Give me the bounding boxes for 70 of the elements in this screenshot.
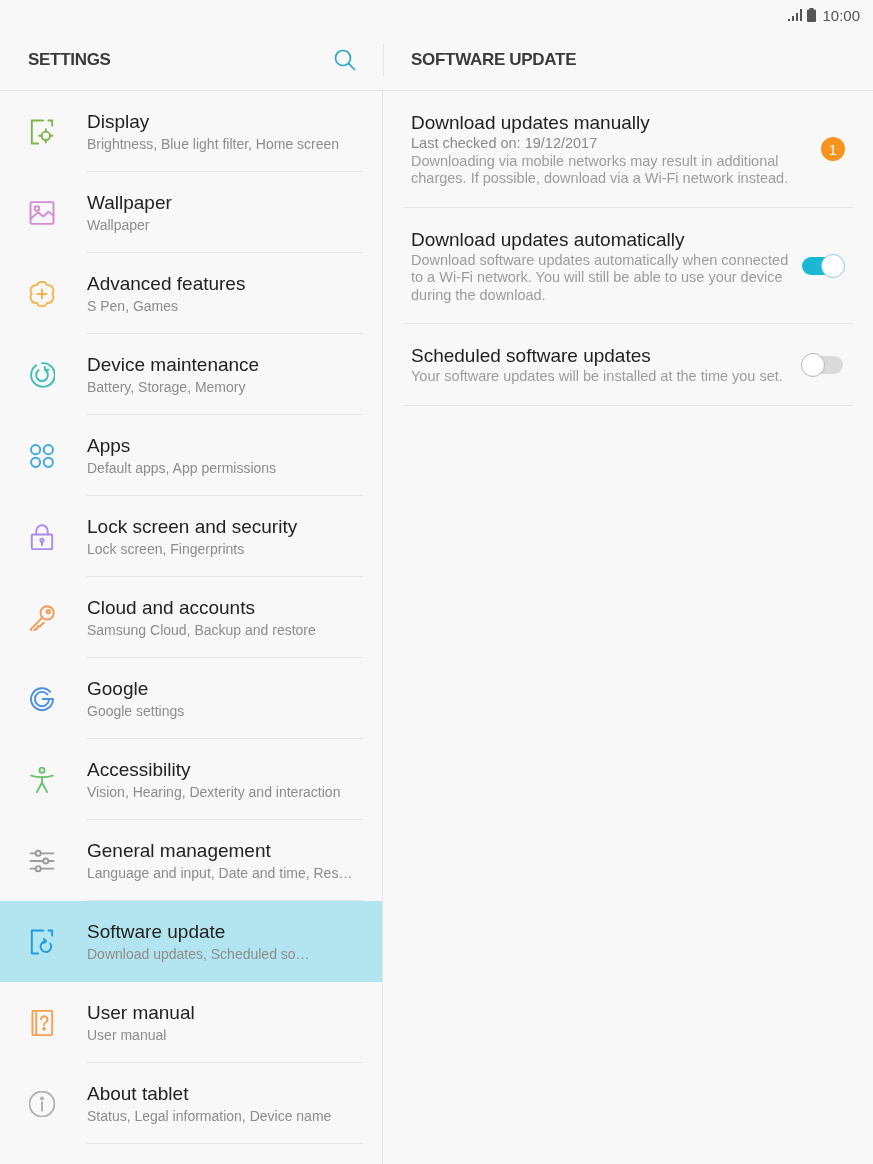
option-status: Last checked on: 19/12/2017 bbox=[411, 135, 599, 153]
lock-icon bbox=[29, 523, 55, 550]
option-description: Your software updates will be installed at the time you set. bbox=[411, 368, 784, 386]
item-subtitle: Default apps, App permissions bbox=[87, 459, 278, 478]
update-count-badge: 1 bbox=[821, 137, 845, 162]
settings-list-item[interactable]: Device maintenance Battery, Storage, Memory bbox=[0, 334, 382, 415]
item-subtitle: Download updates, Scheduled so… bbox=[87, 945, 311, 964]
item-title: Google bbox=[87, 677, 150, 701]
item-subtitle: Samsung Cloud, Backup and restore bbox=[87, 621, 317, 640]
settings-list-item[interactable]: Advanced features S Pen, Games bbox=[0, 253, 382, 334]
settings-list-item[interactable]: Wallpaper Wallpaper bbox=[0, 172, 382, 253]
settings-list-item[interactable]: User manual User manual bbox=[0, 982, 382, 1063]
item-subtitle: Brightness, Blue light filter, Home screen bbox=[87, 135, 341, 154]
settings-list-item[interactable]: Display Brightness, Blue light filter, Home screen bbox=[0, 91, 382, 172]
item-title: Advanced features bbox=[87, 272, 247, 296]
option-title: Download updates automatically bbox=[411, 227, 686, 252]
screen-brightness-icon bbox=[29, 118, 55, 145]
option-title: Download updates manually bbox=[411, 111, 651, 135]
battery-icon bbox=[807, 8, 817, 22]
item-subtitle: Wallpaper bbox=[87, 216, 151, 235]
toggle-switch[interactable] bbox=[801, 253, 845, 278]
document-refresh-icon bbox=[29, 928, 55, 955]
item-subtitle: Vision, Hearing, Dexterity and interaction bbox=[87, 783, 342, 802]
item-subtitle: Lock screen, Fingerprints bbox=[87, 540, 246, 559]
option-title: Scheduled software updates bbox=[411, 344, 652, 368]
key-icon bbox=[29, 604, 55, 631]
settings-list-item[interactable]: Lock screen and security Lock screen, Fingerprints bbox=[0, 496, 382, 577]
image-icon bbox=[29, 199, 55, 226]
person-icon bbox=[29, 766, 55, 793]
sliders-icon bbox=[29, 847, 55, 874]
settings-list-item[interactable]: Apps Default apps, App permissions bbox=[0, 415, 382, 496]
panel-title: SOFTWARE UPDATE bbox=[411, 50, 577, 69]
item-title: Device maintenance bbox=[87, 353, 261, 377]
item-title: General management bbox=[87, 839, 272, 863]
update-option[interactable]: Download updates manually Last checked on: 19/12/2017 Downloading via mobile networks may result in additional charges. If possible, download via a Wi-Fi network instead. 1 bbox=[404, 91, 853, 208]
item-subtitle: Battery, Storage, Memory bbox=[87, 378, 247, 397]
item-title: Wallpaper bbox=[87, 191, 173, 215]
item-subtitle: User manual bbox=[87, 1026, 168, 1045]
item-title: Accessibility bbox=[87, 758, 192, 782]
toggle-switch[interactable] bbox=[801, 352, 845, 377]
update-option[interactable]: Scheduled software updates Your software updates will be installed at the time you set. bbox=[404, 324, 853, 406]
item-subtitle: S Pen, Games bbox=[87, 297, 180, 316]
settings-list-item[interactable]: Google Google settings bbox=[0, 658, 382, 739]
update-option[interactable]: Download updates automatically Download software updates automatically when connected to a Wi-Fi network. You will still be able to use your device during the download. bbox=[404, 207, 853, 324]
apps-grid-icon bbox=[29, 442, 55, 469]
option-description: Download software updates automatically when connected to a Wi-Fi network. You will still be able to use your device during the download. bbox=[411, 251, 790, 304]
item-title: Display bbox=[87, 110, 151, 134]
settings-list-item[interactable]: About tablet Status, Legal information, Device name bbox=[0, 1063, 382, 1144]
item-subtitle: Language and input, Date and time, Res… bbox=[87, 864, 354, 883]
option-description: Downloading via mobile networks may result in additional charges. If possible, download via a Wi-Fi network instead. bbox=[411, 152, 790, 188]
item-title: Lock screen and security bbox=[87, 515, 299, 539]
help-book-icon bbox=[29, 1009, 55, 1036]
item-title: Software update bbox=[87, 920, 227, 944]
search-icon[interactable] bbox=[334, 49, 356, 71]
item-title: About tablet bbox=[87, 1082, 190, 1106]
info-icon bbox=[29, 1090, 55, 1117]
settings-list-item[interactable]: Cloud and accounts Samsung Cloud, Backup and restore bbox=[0, 577, 382, 658]
settings-list-item[interactable]: Software update Download updates, Scheduled so… bbox=[0, 901, 382, 982]
item-title: Apps bbox=[87, 434, 132, 458]
item-title: Cloud and accounts bbox=[87, 596, 256, 620]
panel-title: SETTINGS bbox=[28, 50, 111, 70]
gear-plus-icon bbox=[29, 280, 55, 307]
signal-icon bbox=[788, 9, 803, 21]
refresh-ring-icon bbox=[29, 361, 55, 388]
item-title: User manual bbox=[87, 1001, 196, 1025]
settings-list-item[interactable]: Accessibility Vision, Hearing, Dexterity and interaction bbox=[0, 739, 382, 820]
status-time: 10:00 bbox=[822, 6, 860, 24]
item-subtitle: Google settings bbox=[87, 702, 186, 721]
item-subtitle: Status, Legal information, Device name bbox=[87, 1107, 333, 1126]
letter-g-icon bbox=[29, 685, 55, 712]
